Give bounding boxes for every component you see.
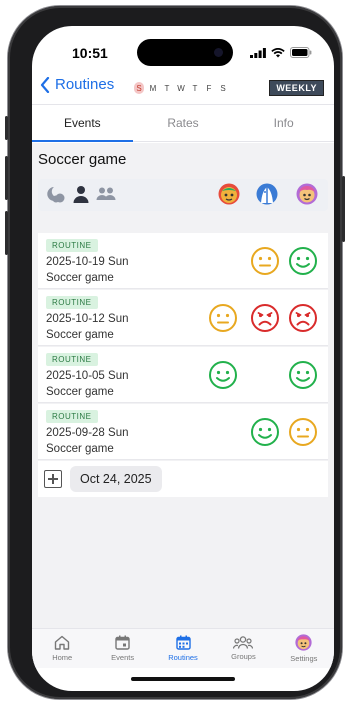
- event-date: 2025-10-05 Sun: [46, 370, 129, 382]
- event-date: 2025-10-12 Sun: [46, 313, 129, 325]
- tab-bar: Events Rates Info: [32, 104, 334, 142]
- event-name: Soccer game: [46, 329, 114, 341]
- add-event-button[interactable]: [44, 470, 62, 488]
- event-name: Soccer game: [46, 443, 114, 455]
- battery-icon: [290, 47, 312, 58]
- camera-icon: [214, 48, 223, 57]
- avatar-settings-icon: [295, 634, 312, 651]
- navigation-bar: Routines S M T W T F S WEEKLY: [32, 74, 334, 100]
- weekly-badge[interactable]: WEEKLY: [269, 80, 324, 96]
- bottom-tab-bar: Home Events Routines Groups Settings: [32, 628, 334, 668]
- routine-badge: ROUTINE: [46, 353, 98, 366]
- tab-events[interactable]: Events: [32, 105, 133, 142]
- bottom-tab-label: Settings: [290, 654, 318, 663]
- happy-green-face-icon[interactable]: [288, 360, 318, 390]
- avatar-3-icon[interactable]: [296, 183, 318, 205]
- bottom-tab-routines[interactable]: Routines: [153, 629, 213, 668]
- bottom-tab-home[interactable]: Home: [32, 629, 92, 668]
- wifi-icon: [271, 47, 285, 57]
- bottom-tab-label: Routines: [168, 653, 198, 662]
- sad-red-face-icon[interactable]: [288, 303, 318, 333]
- day-wednesday[interactable]: W: [176, 82, 186, 94]
- day-friday[interactable]: F: [204, 82, 214, 94]
- event-card[interactable]: ROUTINE 2025-09-28 Sun Soccer game: [38, 404, 328, 460]
- happy-green-face-icon[interactable]: [250, 417, 280, 447]
- day-monday[interactable]: M: [148, 82, 158, 94]
- bottom-tab-label: Groups: [231, 652, 256, 661]
- groups-icon: [233, 636, 254, 649]
- weekday-selector: S M T W T F S: [134, 82, 228, 94]
- avatar-2-icon[interactable]: [256, 183, 278, 205]
- routine-badge: ROUTINE: [46, 296, 98, 309]
- routine-badge: ROUTINE: [46, 410, 98, 423]
- neutral-yellow-face-icon[interactable]: [208, 303, 238, 333]
- tab-rates[interactable]: Rates: [133, 105, 234, 141]
- event-name: Soccer game: [46, 272, 114, 284]
- bottom-tab-label: Home: [52, 653, 73, 662]
- home-icon: [55, 635, 70, 650]
- participants-header: [38, 179, 328, 211]
- volume-up-button: [5, 156, 8, 200]
- bottom-tab-label: Events: [111, 653, 135, 662]
- event-card[interactable]: ROUTINE 2025-10-19 Sun Soccer game: [38, 233, 328, 289]
- phone-frame: 10:51 Routines S M T W T F S WEEKLY Even…: [5, 6, 345, 699]
- event-card[interactable]: ROUTINE 2025-10-05 Sun Soccer game: [38, 347, 328, 403]
- group-icon[interactable]: [96, 186, 116, 202]
- home-indicator: [131, 677, 235, 681]
- avatar-1-icon[interactable]: [218, 183, 240, 205]
- happy-green-face-icon[interactable]: [288, 246, 318, 276]
- day-thursday[interactable]: T: [190, 82, 200, 94]
- bottom-tab-events[interactable]: Events: [92, 629, 152, 668]
- status-icons: [250, 47, 312, 58]
- bottom-tab-settings[interactable]: Settings: [274, 629, 334, 668]
- screen: 10:51 Routines S M T W T F S WEEKLY Even…: [32, 26, 334, 691]
- calendar-icon: [115, 635, 130, 650]
- day-tuesday[interactable]: T: [162, 82, 172, 94]
- bottom-tab-groups[interactable]: Groups: [213, 629, 273, 668]
- volume-down-button: [5, 211, 8, 255]
- day-saturday[interactable]: S: [218, 82, 228, 94]
- date-picker[interactable]: Oct 24, 2025: [70, 466, 162, 492]
- calendar-grid-icon: [175, 635, 191, 650]
- add-event-row: Oct 24, 2025: [38, 461, 328, 497]
- page-title: Soccer game: [38, 151, 127, 168]
- event-card[interactable]: ROUTINE 2025-10-12 Sun Soccer game: [38, 290, 328, 346]
- event-date: 2025-10-19 Sun: [46, 256, 129, 268]
- power-button: [342, 176, 345, 242]
- dynamic-island: [137, 39, 233, 66]
- sad-red-face-icon[interactable]: [250, 303, 280, 333]
- events-content: Soccer game ROUTINE 2025-10-19 Sun Soccer …: [32, 143, 334, 628]
- day-sunday[interactable]: S: [134, 82, 144, 94]
- person-icon[interactable]: [72, 185, 90, 203]
- routine-badge: ROUTINE: [46, 239, 98, 252]
- status-time: 10:51: [72, 45, 108, 61]
- neutral-yellow-face-icon[interactable]: [250, 246, 280, 276]
- neutral-yellow-face-icon[interactable]: [288, 417, 318, 447]
- event-date: 2025-09-28 Sun: [46, 427, 129, 439]
- event-name: Soccer game: [46, 386, 114, 398]
- happy-green-face-icon[interactable]: [208, 360, 238, 390]
- tab-info[interactable]: Info: [233, 105, 334, 141]
- signal-icon: [250, 47, 266, 58]
- mute-switch: [5, 116, 8, 140]
- view-mode-icons: [46, 185, 116, 203]
- moon-icon[interactable]: [46, 185, 66, 203]
- chevron-left-icon: [40, 76, 50, 93]
- back-button[interactable]: Routines: [40, 76, 114, 93]
- back-label: Routines: [55, 76, 115, 93]
